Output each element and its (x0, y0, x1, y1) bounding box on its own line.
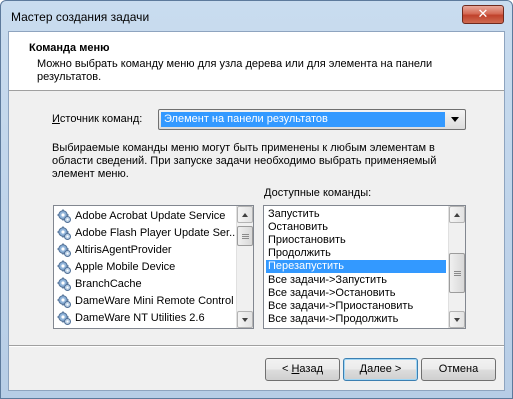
command-source-label: Источник команд: (52, 113, 142, 125)
close-icon: ✕ (477, 6, 489, 21)
list-item[interactable]: Apple Mobile Device (57, 259, 237, 276)
dialog-client-area: Команда меню Можно выбрать команду меню … (8, 31, 505, 391)
list-item[interactable]: Все задачи->Продолжить (266, 313, 446, 326)
service-gear-icon (57, 209, 71, 223)
command-source-selected: Элемент на панели результатов (161, 112, 445, 127)
list-item[interactable]: Запустить (266, 208, 446, 221)
list-item[interactable]: BranchCache (57, 276, 237, 293)
footer-divider (9, 345, 504, 347)
arrow-up-icon (454, 213, 460, 217)
close-button[interactable]: ✕ (462, 5, 504, 24)
service-gear-icon (57, 226, 71, 240)
list-item[interactable]: Перезапустить (266, 260, 446, 274)
command-source-label-text: сточник команд: (59, 113, 143, 125)
command-source-dropdown[interactable]: Элемент на панели результатов (158, 109, 466, 130)
commands-list[interactable]: Запустить Остановить Приостановить Продолжи… (263, 205, 466, 329)
scroll-up-button[interactable] (449, 206, 465, 223)
next-button[interactable]: Далее > (343, 358, 418, 381)
page-description: Можно выбрать команду меню для узла дере… (37, 58, 433, 83)
list-item[interactable]: Все задачи->Приостановить (266, 300, 446, 313)
page-title: Команда меню (29, 42, 110, 54)
arrow-up-icon (242, 213, 248, 217)
window-title: Мастер создания задачи (11, 10, 150, 24)
grip-icon (242, 234, 249, 235)
list-item[interactable]: Adobe Acrobat Update Service (57, 208, 237, 225)
grip-icon (454, 271, 461, 272)
wizard-window: Мастер создания задачи ✕ Команда меню Мо… (0, 0, 513, 399)
list-item[interactable]: Остановить (266, 221, 446, 234)
service-gear-icon (57, 243, 71, 257)
grip-icon (454, 273, 461, 274)
list-item[interactable]: Все задачи->Запустить (266, 274, 446, 287)
scroll-up-button[interactable] (237, 206, 253, 223)
list-item[interactable]: DameWare Mini Remote Control (57, 293, 237, 310)
header-panel: Команда меню Можно выбрать команду меню … (9, 32, 504, 91)
title-bar[interactable]: Мастер создания задачи ✕ (1, 1, 512, 31)
available-commands-accel: Д (264, 187, 272, 199)
list-item[interactable]: Приостановить (266, 234, 446, 247)
chevron-down-icon (451, 117, 459, 122)
list-item[interactable]: AltirisAgentProvider (57, 242, 237, 259)
list-item-label: Adobe Acrobat Update Service (75, 210, 226, 222)
service-gear-icon (57, 294, 71, 308)
list-item-label: Apple Mobile Device (75, 261, 176, 273)
cancel-button[interactable]: Отмена (421, 358, 496, 381)
service-gear-icon (57, 260, 71, 274)
list-item[interactable]: Все задачи->Остановить (266, 287, 446, 300)
next-button-label: алее > (367, 363, 402, 375)
service-gear-icon (57, 311, 71, 325)
list-item-label: BranchCache (75, 278, 142, 290)
back-button-label: азад (299, 363, 323, 375)
service-gear-icon (57, 277, 71, 291)
services-list[interactable]: Adobe Acrobat Update Service Adobe Flash … (53, 205, 254, 329)
list-item[interactable]: Adobe Flash Player Update Ser... (57, 225, 239, 242)
grip-icon (454, 275, 461, 276)
scroll-down-button[interactable] (449, 311, 465, 328)
arrow-down-icon (242, 318, 248, 322)
list-item-label: Adobe Flash Player Update Ser... (75, 227, 239, 239)
list-item[interactable]: Продолжить (266, 247, 446, 260)
next-button-accel: Д (359, 363, 368, 375)
grip-icon (242, 238, 249, 239)
available-commands-label: Доступные команды: (264, 187, 371, 199)
scroll-down-button[interactable] (237, 311, 253, 328)
list-item[interactable]: DameWare NT Utilities 2.6 (57, 310, 237, 327)
list-item-label: DameWare Mini Remote Control (75, 295, 234, 307)
services-scrollbar[interactable] (236, 206, 253, 328)
scroll-thumb[interactable] (237, 226, 253, 246)
list-item-label: DameWare NT Utilities 2.6 (75, 312, 205, 324)
list-item-label: AltirisAgentProvider (75, 244, 172, 256)
available-commands-label-text: оступные команды: (271, 187, 372, 199)
command-source-accel: И (52, 113, 60, 125)
back-button[interactable]: < Назад (265, 358, 340, 381)
commands-scrollbar[interactable] (448, 206, 465, 328)
scroll-thumb[interactable] (449, 253, 465, 293)
grip-icon (242, 236, 249, 237)
info-text: Выбираемые команды меню могут быть приме… (52, 142, 437, 180)
arrow-down-icon (454, 318, 460, 322)
